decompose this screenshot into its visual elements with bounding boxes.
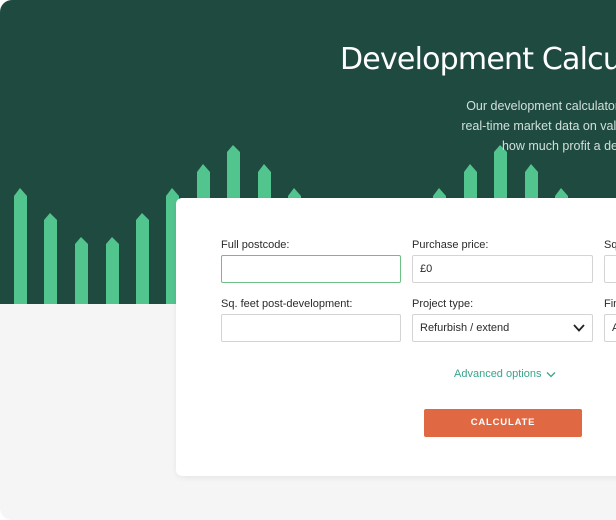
sq-feet-pre-development-label: Sq (604, 239, 616, 251)
purchase-price-label: Purchase price: (412, 239, 489, 251)
finish-selected-value: A (612, 322, 616, 334)
project-type-selected-value: Refurbish / extend (420, 322, 510, 334)
hero-description-line: real-time market data on values per squa… (461, 119, 616, 133)
hero-description-line: how much profit a development will make. (501, 139, 616, 153)
purchase-price-input[interactable]: £0 (412, 255, 593, 283)
hero-description: Our development calculator combines cons… (318, 96, 616, 156)
chevron-down-icon (573, 324, 585, 332)
page-frame: Development Calcula Our development calc… (0, 0, 616, 520)
calculator-card: Full postcode: Purchase price: £0 Sq Sq.… (176, 198, 616, 476)
full-postcode-input[interactable] (221, 255, 401, 283)
sq-feet-pre-development-input[interactable] (604, 255, 616, 283)
chevron-down-icon (546, 371, 556, 377)
page-title: Development Calcula (340, 42, 616, 77)
project-type-label: Project type: (412, 298, 474, 310)
advanced-options-toggle[interactable]: Advanced options (454, 368, 556, 380)
project-type-select[interactable]: Refurbish / extend (412, 314, 593, 342)
finish-select[interactable]: A (604, 314, 616, 342)
advanced-options-label: Advanced options (454, 368, 542, 380)
calculate-button[interactable]: CALCULATE (424, 409, 582, 437)
sq-feet-post-development-input[interactable] (221, 314, 401, 342)
full-postcode-label: Full postcode: (221, 239, 290, 251)
hero-description-line: Our development calculator combines cons… (466, 99, 616, 113)
sq-feet-post-development-label: Sq. feet post-development: (221, 298, 353, 310)
finish-label: Fin (604, 298, 616, 310)
